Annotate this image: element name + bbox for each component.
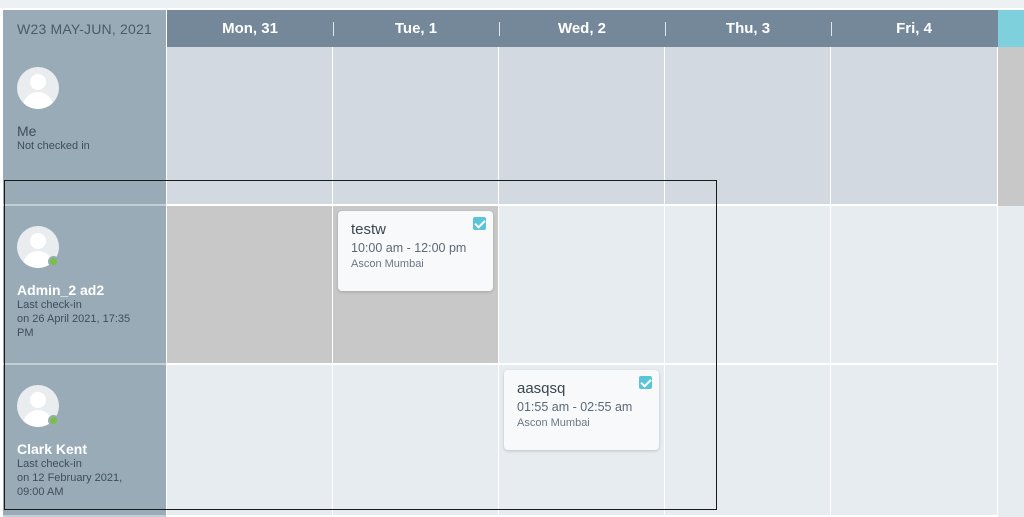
schedule-grid: testw 10:00 am - 12:00 pm Ascon Mumbai a… [167, 47, 1024, 517]
avatar [17, 67, 59, 109]
event-time: 10:00 am - 12:00 pm [351, 241, 467, 255]
schedule-cell[interactable] [831, 47, 998, 206]
schedule-cell[interactable] [333, 365, 499, 517]
person-row-admin[interactable]: Admin_2 ad2 Last check-in on 26 April 20… [3, 206, 166, 365]
event-location: Ascon Mumbai [351, 258, 424, 270]
event-card[interactable]: aasqsq 01:55 am - 02:55 am Ascon Mumbai [504, 370, 659, 450]
day-header-wed[interactable]: Wed, 2 [499, 10, 665, 47]
person-status: on 12 February 2021, [17, 472, 123, 484]
day-header-tue[interactable]: Tue, 1 [333, 10, 499, 47]
calendar-header: W23 MAY-JUN, 2021 Mon, 31 Tue, 1 Wed, 2 … [0, 10, 1024, 47]
person-status: Last check-in [17, 299, 82, 311]
overflow-cell [998, 206, 1024, 365]
schedule-cell[interactable] [831, 365, 998, 517]
person-row-me[interactable]: Me Not checked in [3, 47, 166, 206]
next-day-tab[interactable] [998, 10, 1024, 47]
people-column: Me Not checked in Admin_2 ad2 Last check… [3, 47, 166, 517]
person-name: Clark Kent [17, 441, 88, 457]
schedule-cell[interactable] [665, 47, 831, 206]
overflow-cell [998, 47, 1024, 206]
schedule-cell[interactable] [499, 206, 665, 365]
schedule-cell[interactable] [167, 365, 333, 517]
person-status: Last check-in [17, 458, 82, 470]
person-status: on 26 April 2021, 17:35 [17, 313, 131, 325]
day-header-fri[interactable]: Fri, 4 [831, 10, 997, 47]
schedule-cell-blocked[interactable] [167, 206, 333, 365]
schedule-cell[interactable] [333, 47, 499, 206]
day-header-bar: Mon, 31 Tue, 1 Wed, 2 Thu, 3 Fri, 4 [167, 10, 998, 47]
event-card[interactable]: testw 10:00 am - 12:00 pm Ascon Mumbai [338, 211, 493, 291]
day-header-thu[interactable]: Thu, 3 [665, 10, 831, 47]
person-status: 09:00 AM [17, 486, 64, 498]
person-name: Me [17, 123, 37, 139]
top-strip [0, 0, 1024, 8]
event-location: Ascon Mumbai [517, 417, 590, 429]
online-status-icon [48, 415, 59, 426]
day-header-mon[interactable]: Mon, 31 [167, 10, 333, 47]
schedule-cell[interactable] [831, 206, 998, 365]
person-status: Not checked in [17, 140, 90, 152]
person-row-clark[interactable]: Clark Kent Last check-in on 12 February … [3, 365, 166, 517]
event-title: aasqsq [517, 380, 566, 397]
user-icon [17, 67, 59, 109]
person-status: PM [17, 327, 34, 339]
week-label[interactable]: W23 MAY-JUN, 2021 [3, 10, 166, 47]
person-name: Admin_2 ad2 [17, 282, 105, 298]
schedule-cell[interactable] [665, 365, 831, 517]
checkbox-checked-icon[interactable] [473, 217, 486, 230]
schedule-cell[interactable] [167, 47, 333, 206]
schedule-cell[interactable] [665, 206, 831, 365]
checkbox-checked-icon[interactable] [639, 376, 652, 389]
overflow-cell [998, 365, 1024, 517]
avatar [17, 226, 59, 268]
schedule-cell[interactable] [499, 47, 665, 206]
online-status-icon [48, 256, 59, 267]
avatar [17, 385, 59, 427]
event-time: 01:55 am - 02:55 am [517, 400, 633, 414]
event-title: testw [351, 221, 387, 238]
